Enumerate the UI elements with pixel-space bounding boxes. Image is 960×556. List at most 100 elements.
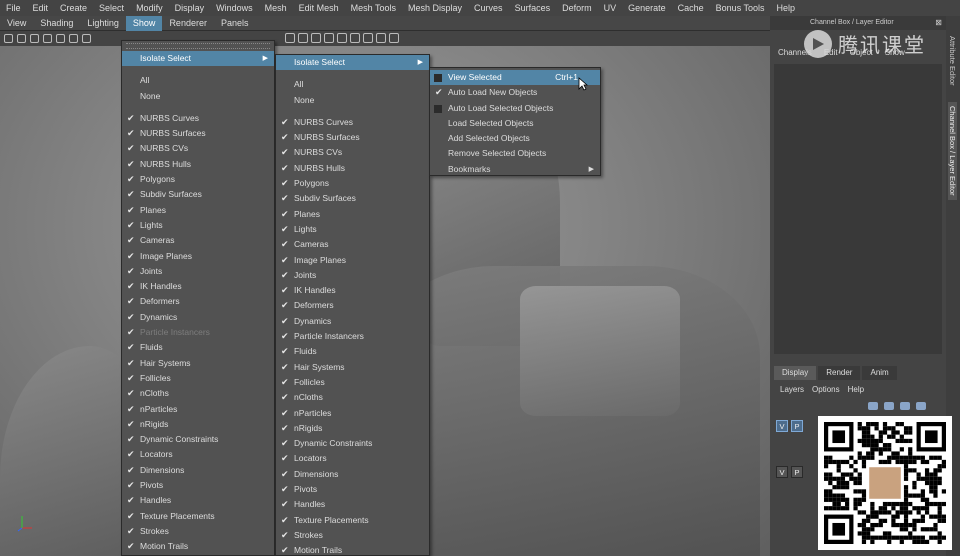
menu-item-pivots[interactable]: ✔ Pivots <box>122 478 274 493</box>
menu-generate[interactable]: Generate <box>622 3 672 13</box>
camera-attributes-icon[interactable] <box>17 34 26 43</box>
menu-edit-mesh[interactable]: Edit Mesh <box>293 3 345 13</box>
menu-item-lights[interactable]: ✔ Lights <box>276 222 429 237</box>
menu-windows[interactable]: Windows <box>210 3 259 13</box>
menu-modify[interactable]: Modify <box>130 3 169 13</box>
panel-menu-lighting[interactable]: Lighting <box>80 16 126 31</box>
menu-item-nurbs-curves[interactable]: ✔ NURBS Curves <box>276 115 429 130</box>
tab-attribute-editor[interactable]: Attribute Editor <box>948 36 957 86</box>
menu-item-dimensions[interactable]: ✔ Dimensions <box>276 467 429 482</box>
wireframe-icon[interactable] <box>285 33 295 43</box>
menu-create[interactable]: Create <box>54 3 93 13</box>
camera-icon[interactable] <box>4 34 13 43</box>
tab-channel-box[interactable]: Channel Box / Layer Editor <box>948 102 957 200</box>
menu-item-dynamics[interactable]: ✔ Dynamics <box>122 310 274 325</box>
menu-item-bookmarks[interactable]: Bookmarks ▶ <box>430 162 600 177</box>
menu-item-handles[interactable]: ✔ Handles <box>122 493 274 508</box>
menu-item-motion-trails[interactable]: ✔ Motion Trails <box>276 543 429 556</box>
film-gate-icon[interactable] <box>82 34 91 43</box>
new-empty-layer-icon[interactable] <box>900 402 910 410</box>
menu-item-polygons[interactable]: ✔ Polygons <box>276 176 429 191</box>
grid-icon[interactable] <box>56 34 65 43</box>
menu-item-lights[interactable]: ✔ Lights <box>122 218 274 233</box>
menu-item-view-selected[interactable]: View Selected Ctrl+1 <box>430 70 600 86</box>
resolution-gate-icon[interactable] <box>376 33 386 43</box>
menu-item-nurbs-cvs[interactable]: ✔ NURBS CVs <box>122 141 274 156</box>
move-layer-up-icon[interactable] <box>868 402 878 410</box>
menu-item-follicles[interactable]: ✔ Follicles <box>276 375 429 390</box>
menu-cache[interactable]: Cache <box>672 3 710 13</box>
menu-item-fluids[interactable]: ✔ Fluids <box>276 344 429 359</box>
menu-item-strokes[interactable]: ✔ Strokes <box>122 524 274 539</box>
menu-item-handles[interactable]: ✔ Handles <box>276 497 429 512</box>
menu-item-ik-handles[interactable]: ✔ IK Handles <box>276 283 429 298</box>
menu-item-dimensions[interactable]: ✔ Dimensions <box>122 463 274 478</box>
menu-item-fluids[interactable]: ✔ Fluids <box>122 340 274 355</box>
menu-item-pivots[interactable]: ✔ Pivots <box>276 482 429 497</box>
menu-item-nurbs-curves[interactable]: ✔ NURBS Curves <box>122 111 274 126</box>
panel-menu-shading[interactable]: Shading <box>33 16 80 31</box>
menu-surfaces[interactable]: Surfaces <box>509 3 557 13</box>
menu-item-nurbs-cvs[interactable]: ✔ NURBS CVs <box>276 145 429 160</box>
menu-item-all[interactable]: All <box>276 77 429 92</box>
select-camera-icon[interactable] <box>69 34 78 43</box>
layer-menu-options[interactable]: Options <box>812 385 840 394</box>
layer-menu-layers[interactable]: Layers <box>780 385 804 394</box>
menu-select[interactable]: Select <box>93 3 130 13</box>
menu-item-ik-handles[interactable]: ✔ IK Handles <box>122 279 274 294</box>
menu-item-particle-instancers[interactable]: ✔ Particle Instancers <box>122 325 274 340</box>
bookmark-icon[interactable] <box>30 34 39 43</box>
layer-row[interactable]: V P <box>776 466 816 479</box>
menu-item-cameras[interactable]: ✔ Cameras <box>122 233 274 248</box>
menu-item-locators[interactable]: ✔ Locators <box>276 451 429 466</box>
menu-uv[interactable]: UV <box>598 3 623 13</box>
menu-item-nurbs-surfaces[interactable]: ✔ NURBS Surfaces <box>122 126 274 141</box>
menu-item-image-planes[interactable]: ✔ Image Planes <box>122 249 274 264</box>
panel-menu-renderer[interactable]: Renderer <box>162 16 214 31</box>
menu-item-subdiv-surfaces[interactable]: ✔ Subdiv Surfaces <box>276 191 429 206</box>
menu-mesh-tools[interactable]: Mesh Tools <box>345 3 402 13</box>
menu-item-all[interactable]: All <box>122 73 274 88</box>
panel-menu-panels[interactable]: Panels <box>214 16 256 31</box>
menu-item-nurbs-surfaces[interactable]: ✔ NURBS Surfaces <box>276 130 429 145</box>
shadows-icon[interactable] <box>324 33 334 43</box>
menu-display[interactable]: Display <box>169 3 211 13</box>
xray-icon[interactable] <box>350 33 360 43</box>
menu-item-texture-placements[interactable]: ✔ Texture Placements <box>276 513 429 528</box>
menu-item-dynamics[interactable]: ✔ Dynamics <box>276 314 429 329</box>
menu-item-none[interactable]: None <box>276 93 429 108</box>
menu-file[interactable]: File <box>0 3 27 13</box>
menu-item-follicles[interactable]: ✔ Follicles <box>122 371 274 386</box>
menu-item-hair-systems[interactable]: ✔ Hair Systems <box>276 360 429 375</box>
menu-item-image-planes[interactable]: ✔ Image Planes <box>276 253 429 268</box>
menu-mesh[interactable]: Mesh <box>259 3 293 13</box>
menu-item-planes[interactable]: ✔ Planes <box>276 207 429 222</box>
menu-item-dynamic-constraints[interactable]: ✔ Dynamic Constraints <box>122 432 274 447</box>
menu-item-joints[interactable]: ✔ Joints <box>122 264 274 279</box>
layer-row[interactable]: V P <box>776 420 816 433</box>
texture-icon[interactable] <box>337 33 347 43</box>
panel-menu-view[interactable]: View <box>0 16 33 31</box>
image-plane-icon[interactable] <box>43 34 52 43</box>
menu-item-nparticles[interactable]: ✔ nParticles <box>276 406 429 421</box>
playback-toggle[interactable]: P <box>791 466 803 478</box>
move-layer-down-icon[interactable] <box>884 402 894 410</box>
menu-item-nrigids[interactable]: ✔ nRigids <box>122 417 274 432</box>
menu-item-joints[interactable]: ✔ Joints <box>276 268 429 283</box>
menu-item-auto-load-selected-objects[interactable]: Auto Load Selected Objects <box>430 101 600 116</box>
menu-item-nurbs-hulls[interactable]: ✔ NURBS Hulls <box>122 157 274 172</box>
menu-mesh-display[interactable]: Mesh Display <box>402 3 468 13</box>
menu-item-remove-selected-objects[interactable]: Remove Selected Objects <box>430 146 600 161</box>
menu-item-nrigids[interactable]: ✔ nRigids <box>276 421 429 436</box>
channel-list-area[interactable] <box>774 64 942 354</box>
menu-item-auto-load-new-objects[interactable]: ✔ Auto Load New Objects <box>430 85 600 100</box>
menu-item-isolate-select[interactable]: Isolate Select ▶ <box>276 55 429 71</box>
isolate-icon[interactable] <box>363 33 373 43</box>
lights-icon[interactable] <box>311 33 321 43</box>
menu-curves[interactable]: Curves <box>468 3 509 13</box>
close-icon[interactable]: ⊠ <box>935 16 942 30</box>
menu-item-deformers[interactable]: ✔ Deformers <box>276 298 429 313</box>
menu-help[interactable]: Help <box>771 3 802 13</box>
playback-toggle[interactable]: P <box>791 420 803 432</box>
menu-item-texture-placements[interactable]: ✔ Texture Placements <box>122 509 274 524</box>
